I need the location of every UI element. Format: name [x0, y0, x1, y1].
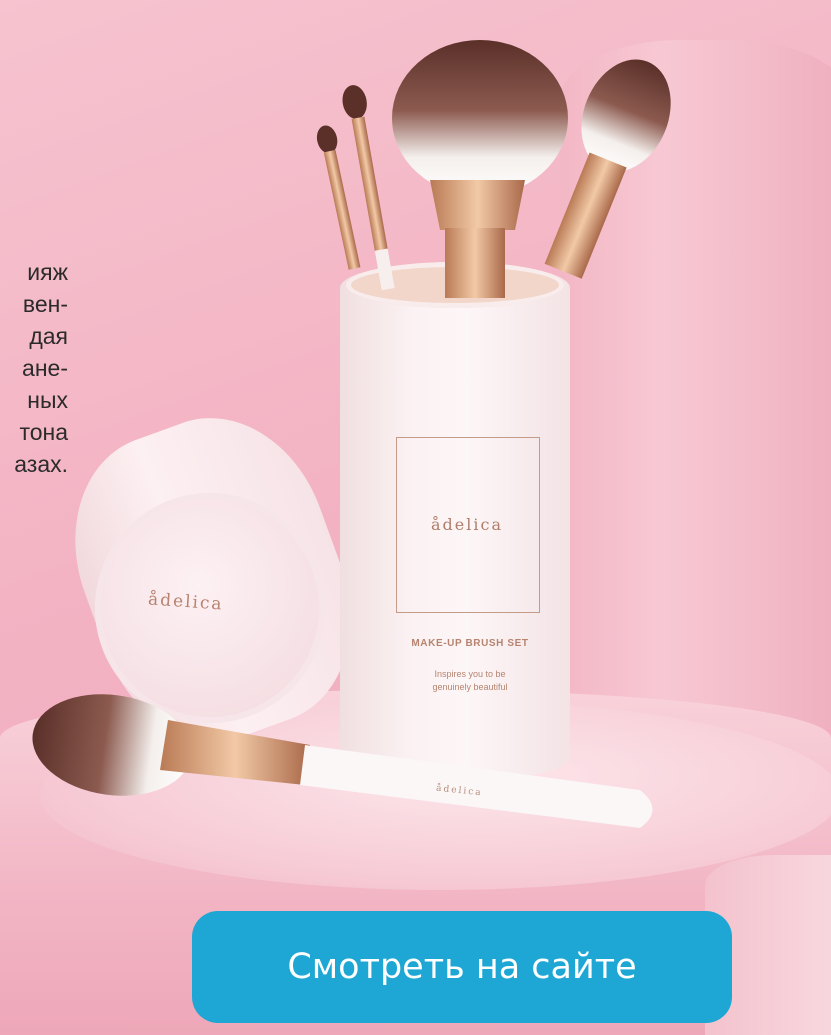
powder-brush: [392, 40, 568, 298]
lying-brush: [32, 694, 653, 828]
view-on-site-button[interactable]: Смотреть на сайте: [192, 911, 732, 1023]
tube-brand-logo: ådelica: [431, 515, 503, 534]
tagline-line-2: genuinely beautiful: [432, 682, 508, 692]
kit-title: MAKE-UP BRUSH SET: [411, 638, 529, 649]
kit-tagline: Inspires you to be genuinely beautiful: [405, 668, 535, 694]
tagline-line-1: Inspires you to be: [434, 669, 506, 679]
